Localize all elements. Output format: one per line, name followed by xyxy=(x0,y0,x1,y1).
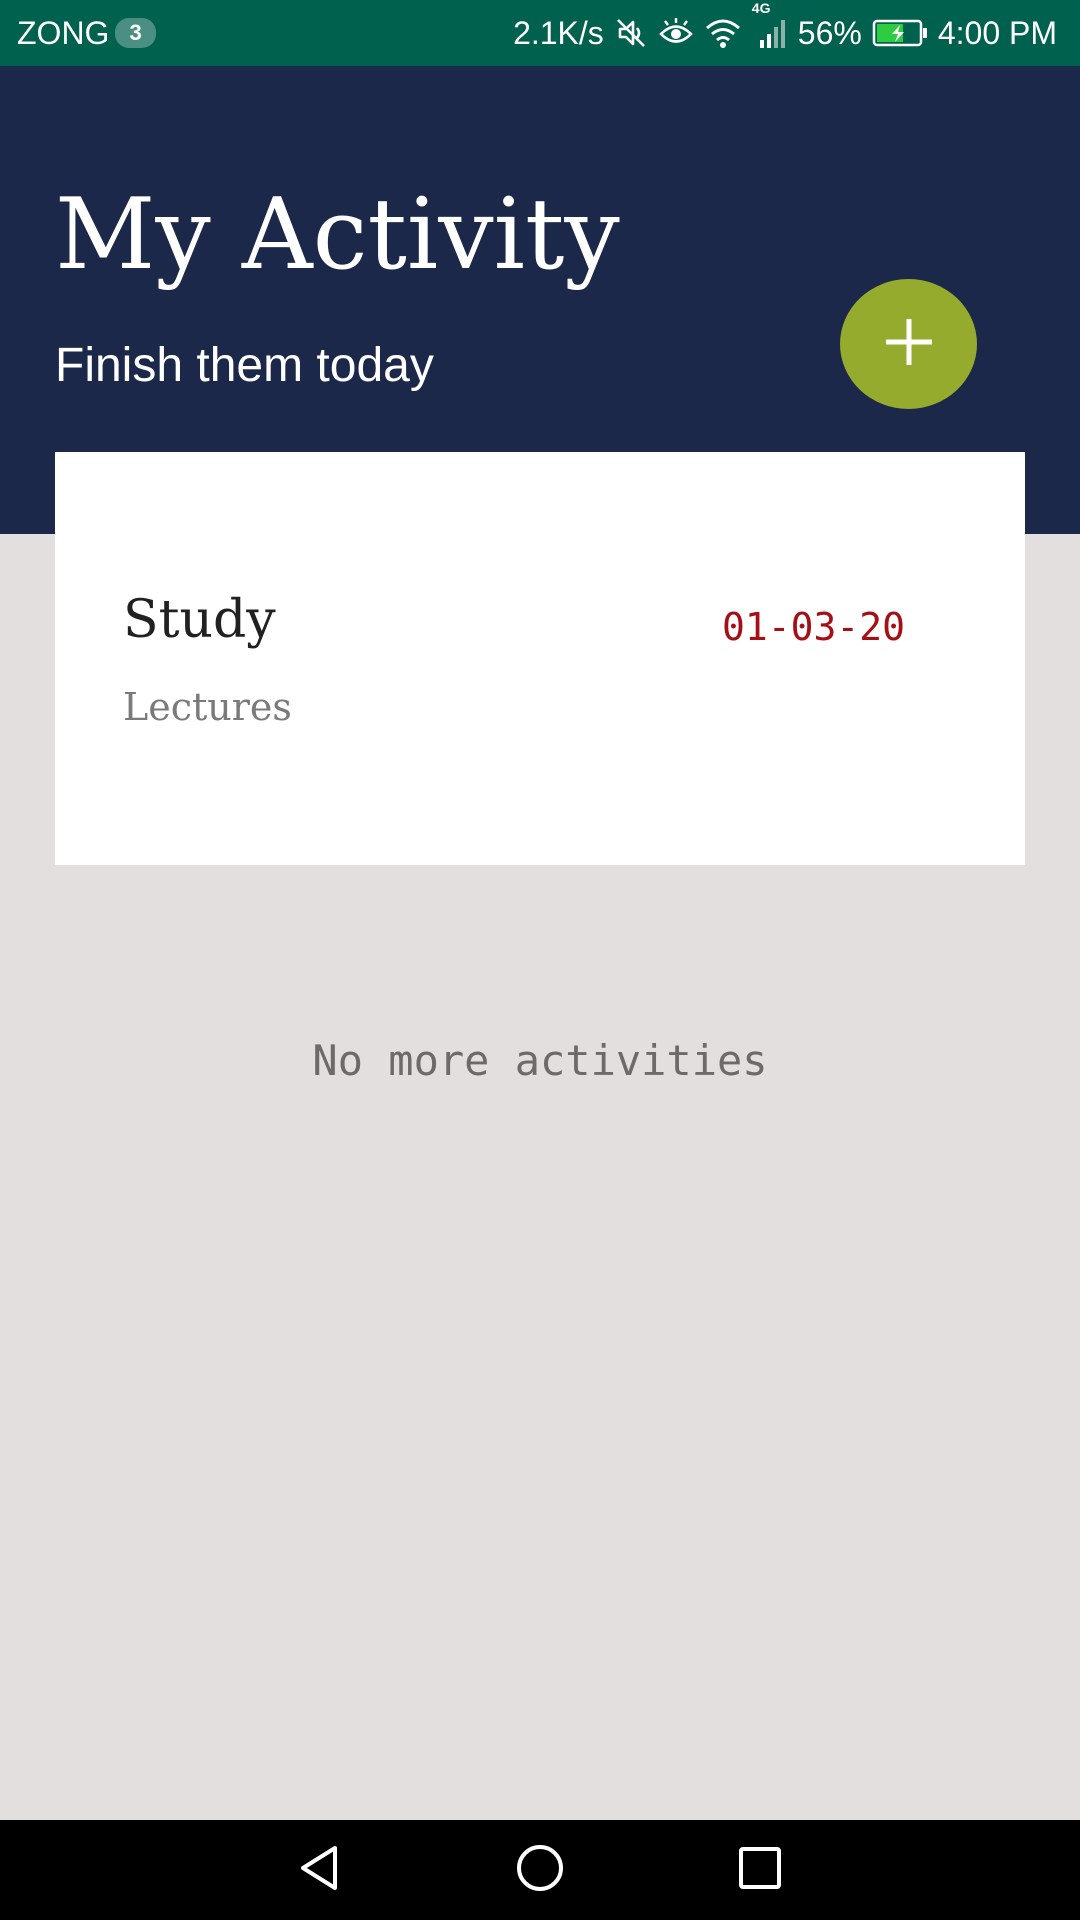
recents-icon xyxy=(737,1845,783,1896)
network-speed: 2.1K/s xyxy=(513,14,604,51)
status-left: ZONG 3 xyxy=(17,0,156,66)
page-subtitle: Finish them today xyxy=(55,339,434,392)
page-title: My Activity xyxy=(55,178,620,292)
sim-badge: 3 xyxy=(115,18,156,48)
activity-category: Lectures xyxy=(123,685,292,729)
mute-icon xyxy=(614,16,648,50)
plus-icon xyxy=(881,314,937,375)
battery-level: 56% xyxy=(797,14,862,51)
wifi-icon xyxy=(704,16,742,50)
network-type: 4G xyxy=(751,0,771,16)
status-right: 2.1K/s 4G 56% 4:00 PM xyxy=(503,0,1057,66)
back-button[interactable] xyxy=(260,1820,380,1920)
activity-date: 01-03-20 xyxy=(721,605,905,649)
eye-comfort-icon xyxy=(658,16,694,50)
empty-list-message: No more activities xyxy=(312,1036,768,1085)
signal-icon: 4G xyxy=(752,0,788,50)
clock: 4:00 PM xyxy=(937,14,1057,51)
status-bar: ZONG 3 2.1K/s 4G 56% 4:00 PM xyxy=(0,0,1080,66)
activity-title: Study xyxy=(123,590,276,650)
recents-button[interactable] xyxy=(700,1820,820,1920)
battery-charging-icon xyxy=(872,18,928,48)
carrier-name: ZONG xyxy=(17,14,110,51)
back-icon xyxy=(295,1843,345,1898)
add-activity-button[interactable] xyxy=(840,279,977,409)
home-button[interactable] xyxy=(480,1820,600,1920)
home-icon xyxy=(515,1843,565,1898)
activity-card[interactable]: Study Lectures 01-03-20 xyxy=(55,452,1025,865)
navigation-bar xyxy=(0,1820,1080,1920)
